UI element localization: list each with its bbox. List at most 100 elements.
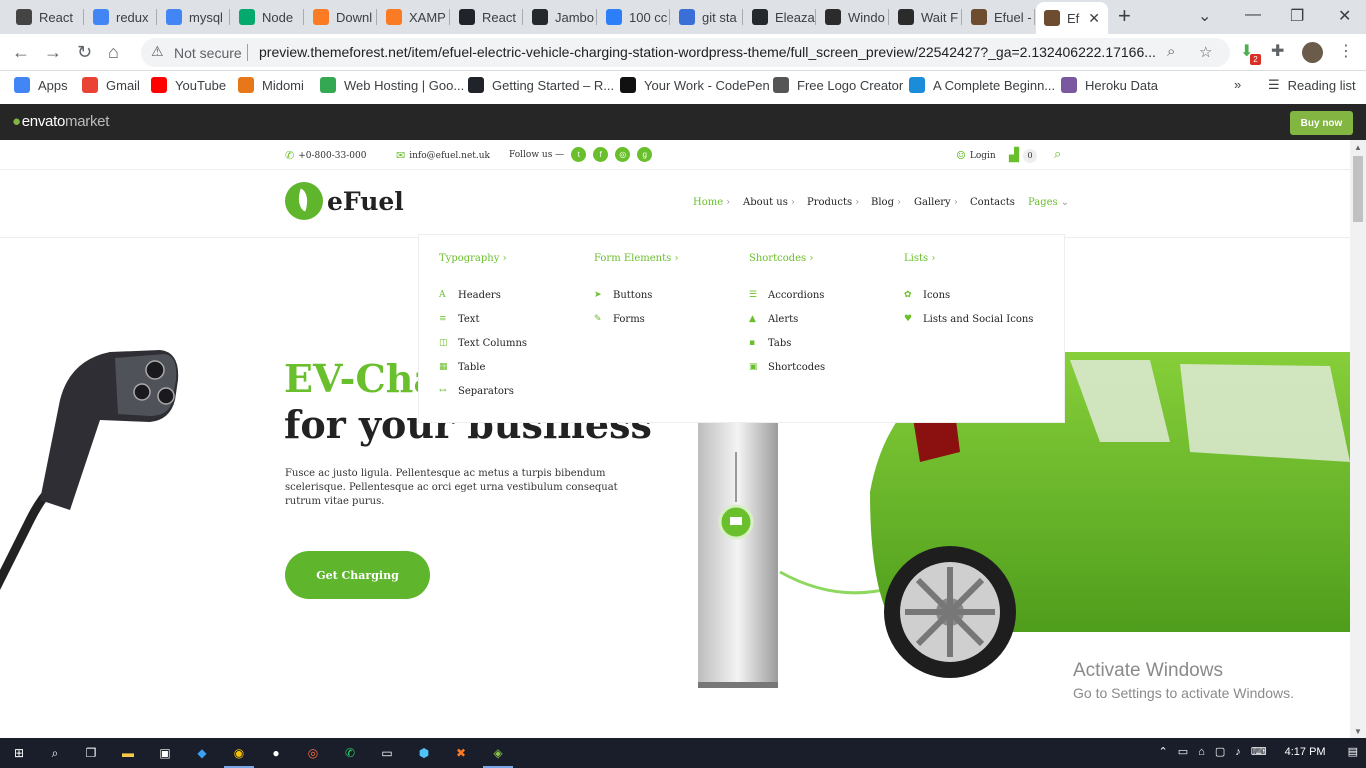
nav-gallery[interactable]: Gallery › <box>914 197 958 208</box>
browser-tab[interactable]: XAMP <box>378 4 450 30</box>
scroll-up-icon[interactable]: ▲ <box>1354 143 1362 152</box>
forward-icon[interactable]: → <box>44 42 62 63</box>
login-link[interactable]: ☺ Login <box>956 149 996 162</box>
app-icon[interactable]: ⬢ <box>415 744 433 762</box>
search-button[interactable]: ⌕ <box>1054 147 1065 162</box>
puzzle-icon[interactable]: ✚ <box>1271 41 1284 61</box>
close-tab-icon[interactable]: ✕ <box>1088 10 1100 27</box>
menu-item-shortcodes[interactable]: ▣ Shortcodes <box>749 355 825 379</box>
menu-heading[interactable]: Lists › <box>904 253 1033 264</box>
menu-dots-icon[interactable]: ⋮ <box>1338 41 1354 61</box>
menu-heading[interactable]: Form Elements › <box>594 253 678 264</box>
terminal-icon[interactable]: ▭ <box>378 744 396 762</box>
bookmark-item[interactable]: Free Logo Creator <box>773 77 903 93</box>
google-plus-icon[interactable]: g <box>637 147 653 162</box>
envato-logo[interactable]: ●envatomarket <box>12 113 109 130</box>
bookmark-item[interactable]: Heroku Data <box>1061 77 1158 93</box>
notifications-icon[interactable]: ▤ <box>1348 745 1358 758</box>
menu-item-text[interactable]: ≡ Text <box>439 307 527 331</box>
xampp-icon[interactable]: ✖ <box>452 744 470 762</box>
back-icon[interactable]: ← <box>12 42 30 63</box>
network-icon[interactable]: ⌂ <box>1198 746 1205 758</box>
browser-tab[interactable]: Node <box>231 4 304 30</box>
page-scrollbar[interactable]: ▲ ▼ <box>1350 140 1366 739</box>
home-icon[interactable]: ⌂ <box>108 42 119 63</box>
menu-item-table[interactable]: ▦ Table <box>439 355 527 379</box>
menu-item-forms[interactable]: ✎ Forms <box>594 307 678 331</box>
display-icon[interactable]: ▢ <box>1215 745 1225 758</box>
browser-tab[interactable]: redux <box>85 4 157 30</box>
menu-item-alerts[interactable]: ▲ Alerts <box>749 307 825 331</box>
site-logo[interactable]: eFuel <box>285 182 404 220</box>
app-icon[interactable]: ● <box>267 744 285 762</box>
battery-icon[interactable]: ▭ <box>1178 745 1188 758</box>
maximize-icon[interactable]: ❐ <box>1290 6 1304 26</box>
browser-tab[interactable]: Windo <box>817 4 889 30</box>
menu-item-separators[interactable]: ↔ Separators <box>439 379 527 403</box>
address-bar[interactable]: ⚠ Not secure preview.themeforest.net/ite… <box>141 38 1230 67</box>
menu-item-lists-social[interactable]: ♥ Lists and Social Icons <box>904 307 1033 331</box>
bookmark-item[interactable]: Your Work - CodePen <box>620 77 770 93</box>
browser-tab[interactable]: React <box>451 4 523 30</box>
menu-heading[interactable]: Typography › <box>439 253 527 264</box>
menu-item-tabs[interactable]: ▪ Tabs <box>749 331 825 355</box>
vscode-icon[interactable]: ◆ <box>193 744 211 762</box>
email-info[interactable]: ✉ info@efuel.net.uk <box>396 149 490 162</box>
reading-list-button[interactable]: ☰ Reading list <box>1268 77 1356 93</box>
bookmark-star-icon[interactable]: ☆ <box>1199 43 1212 61</box>
browser-tab[interactable]: Eleaza <box>744 4 816 30</box>
browser-tab[interactable]: 100 cc <box>598 4 670 30</box>
instagram-icon[interactable]: ◎ <box>615 147 631 162</box>
chevron-up-icon[interactable]: ⌃ <box>1159 745 1168 758</box>
whatsapp-icon[interactable]: ✆ <box>341 744 359 762</box>
menu-item-icons[interactable]: ✿ Icons <box>904 283 1033 307</box>
browser-tab[interactable]: Wait F <box>890 4 962 30</box>
twitter-icon[interactable]: t <box>571 147 587 162</box>
bookmark-item[interactable]: Web Hosting | Goo... <box>320 77 464 93</box>
new-tab-button[interactable]: + <box>1118 4 1131 28</box>
bookmark-item[interactable]: Apps <box>14 77 68 93</box>
search-icon[interactable]: ⌕ <box>46 744 64 762</box>
avatar[interactable] <box>1302 42 1323 63</box>
zoom-icon[interactable]: ⌕ <box>1167 43 1175 60</box>
nav-home[interactable]: Home › <box>693 197 730 208</box>
get-charging-button[interactable]: Get Charging <box>285 551 430 599</box>
bookmark-item[interactable]: YouTube <box>151 77 226 93</box>
menu-item-buttons[interactable]: ➤ Buttons <box>594 283 678 307</box>
clock[interactable]: 4:17 PM <box>1285 746 1326 758</box>
nav-products[interactable]: Products › <box>807 197 859 208</box>
browser-tab[interactable]: Jambo <box>524 4 597 30</box>
browser-tab[interactable]: Downl <box>305 4 377 30</box>
cart-button[interactable]: ▟ 0 <box>1009 148 1037 163</box>
bookmark-item[interactable]: Midomi <box>238 77 304 93</box>
close-window-icon[interactable]: ✕ <box>1338 6 1351 26</box>
bookmark-item[interactable]: A Complete Beginn... <box>909 77 1055 93</box>
windows-start-icon[interactable]: ⊞ <box>10 744 28 762</box>
menu-heading[interactable]: Shortcodes › <box>749 253 825 264</box>
more-bookmarks-icon[interactable]: » <box>1234 77 1241 92</box>
file-explorer-icon[interactable]: ▬ <box>119 744 137 762</box>
browser-tab[interactable]: Ef ✕ <box>1036 2 1108 34</box>
reload-icon[interactable]: ↻ <box>77 42 92 63</box>
url-text[interactable]: preview.themeforest.net/item/efuel-elect… <box>259 44 1159 60</box>
volume-icon[interactable]: ♪ <box>1235 746 1241 758</box>
chrome-icon[interactable]: ◉ <box>224 744 254 768</box>
menu-item-headers[interactable]: A Headers <box>439 283 527 307</box>
nav-pages[interactable]: Pages ⌄ <box>1028 197 1069 208</box>
bookmark-item[interactable]: Gmail <box>82 77 140 93</box>
menu-item-accordions[interactable]: ☰ Accordions <box>749 283 825 307</box>
nav-blog[interactable]: Blog › <box>871 197 901 208</box>
tab-search-icon[interactable]: ⌄ <box>1198 6 1211 26</box>
buy-now-button[interactable]: Buy now <box>1290 111 1353 135</box>
scrollbar-thumb[interactable] <box>1353 156 1363 222</box>
bookmark-item[interactable]: Getting Started – R... <box>468 77 614 93</box>
nav-contacts[interactable]: Contacts <box>970 197 1015 208</box>
task-view-icon[interactable]: ❐ <box>82 744 100 762</box>
minimize-icon[interactable]: — <box>1245 6 1261 24</box>
nav-about[interactable]: About us › <box>743 197 795 208</box>
phone-info[interactable]: ✆ +0-800-33-000 <box>285 149 366 162</box>
browser-tab[interactable]: mysql <box>158 4 230 30</box>
scroll-down-icon[interactable]: ▼ <box>1354 727 1362 736</box>
browser-tab[interactable]: git sta <box>671 4 743 30</box>
facebook-icon[interactable]: f <box>593 147 609 162</box>
